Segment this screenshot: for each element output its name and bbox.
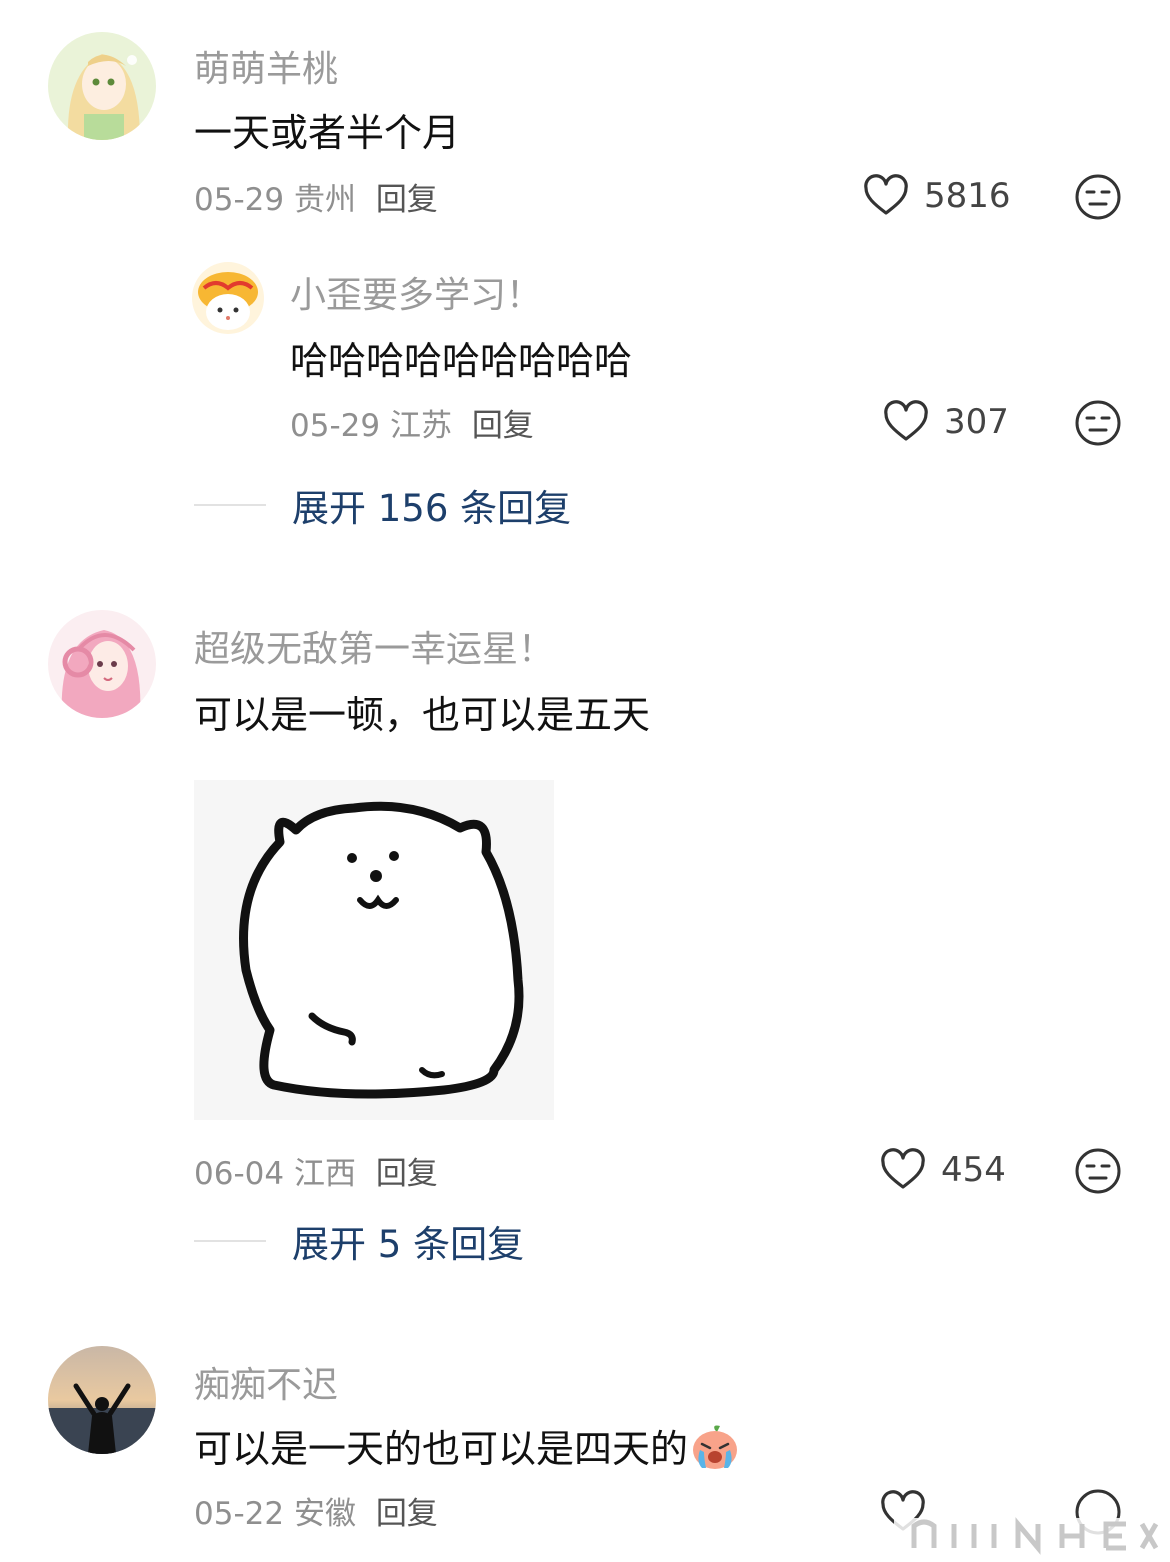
comment-text-content: 可以是一天的也可以是四天的 (194, 1427, 689, 1471)
reply-button[interactable]: 回复 (376, 1496, 438, 1532)
watermark-logo (894, 1517, 1164, 1558)
crying-peach-emoji (693, 1425, 738, 1469)
comment-meta: 05-22 安徽 回复 (194, 1488, 438, 1533)
comment-3: 痴痴不迟 可以是一天的也可以是四天的 05-22 安徽 回复 (0, 0, 1170, 1562)
comment-location: 安徽 (293, 1496, 356, 1532)
comment-date: 05-22 (194, 1496, 285, 1532)
username[interactable]: 痴痴不迟 (194, 1356, 338, 1408)
avatar-3[interactable] (48, 1346, 156, 1454)
comment-text: 可以是一天的也可以是四天的 (194, 1418, 740, 1473)
